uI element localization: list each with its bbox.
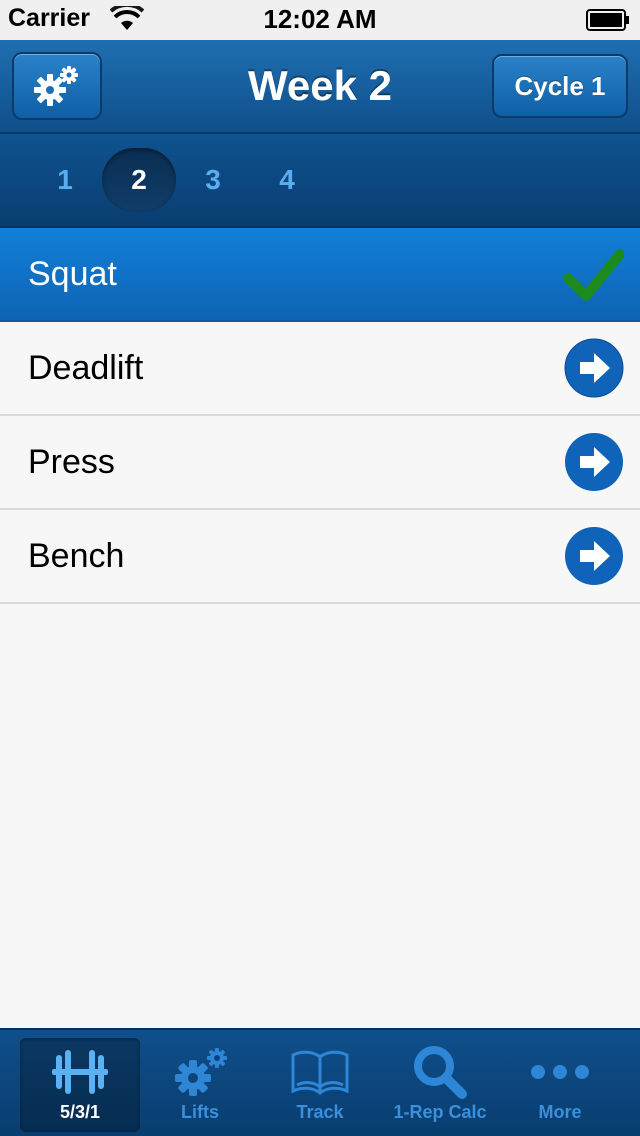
- week-selector: 1 2 3 4: [0, 134, 640, 228]
- cycle-button[interactable]: Cycle 1: [492, 54, 628, 118]
- magnifier-icon: [408, 1044, 472, 1100]
- arrow-right-circle-icon[interactable]: [564, 526, 624, 586]
- arrow-right-circle-icon[interactable]: [564, 432, 624, 492]
- tab-track[interactable]: Track: [260, 1030, 380, 1136]
- status-bar: Carrier 12:02 AM: [0, 0, 640, 40]
- lift-name: Deadlift: [28, 348, 144, 387]
- lift-row-deadlift[interactable]: Deadlift: [0, 322, 640, 416]
- checkmark-icon: [564, 249, 624, 301]
- week-tab-1[interactable]: 1: [28, 148, 102, 212]
- lift-name: Bench: [28, 536, 125, 575]
- tab-label: More: [538, 1102, 582, 1122]
- gears-icon: [168, 1044, 232, 1100]
- ellipsis-icon: [528, 1044, 592, 1100]
- tab-1rep-calc[interactable]: 1-Rep Calc: [380, 1030, 500, 1136]
- tab-label: 5/3/1: [59, 1102, 101, 1122]
- tab-label: 1-Rep Calc: [393, 1102, 487, 1122]
- week-tab-3[interactable]: 3: [176, 148, 250, 212]
- lift-list: Squat Deadlift Press Bench: [0, 228, 640, 604]
- tab-more[interactable]: More: [500, 1030, 620, 1136]
- arrow-right-circle-icon[interactable]: [564, 338, 624, 398]
- lift-name: Press: [28, 442, 115, 481]
- battery-icon: [586, 9, 629, 31]
- lift-row-squat[interactable]: Squat: [0, 228, 640, 322]
- status-time: 12:02 AM: [263, 4, 377, 34]
- tab-bar: 5/3/1 Lifts Track 1-Rep Calc More: [0, 1028, 640, 1136]
- lift-row-press[interactable]: Press: [0, 416, 640, 510]
- app-screen: Carrier 12:02 AM Week 2 Cycle 1 1 2 3 4 …: [0, 0, 640, 1136]
- tab-lifts[interactable]: Lifts: [140, 1030, 260, 1136]
- book-icon: [288, 1044, 352, 1100]
- week-tab-2[interactable]: 2: [102, 148, 176, 212]
- navigation-bar: Week 2 Cycle 1: [0, 40, 640, 134]
- lift-row-bench[interactable]: Bench: [0, 510, 640, 604]
- tab-label: Track: [296, 1102, 344, 1122]
- barbell-icon: [48, 1044, 112, 1100]
- week-tab-4[interactable]: 4: [250, 148, 324, 212]
- tab-531[interactable]: 5/3/1: [20, 1030, 140, 1136]
- lift-name: Squat: [28, 254, 117, 293]
- tab-label: Lifts: [181, 1102, 219, 1122]
